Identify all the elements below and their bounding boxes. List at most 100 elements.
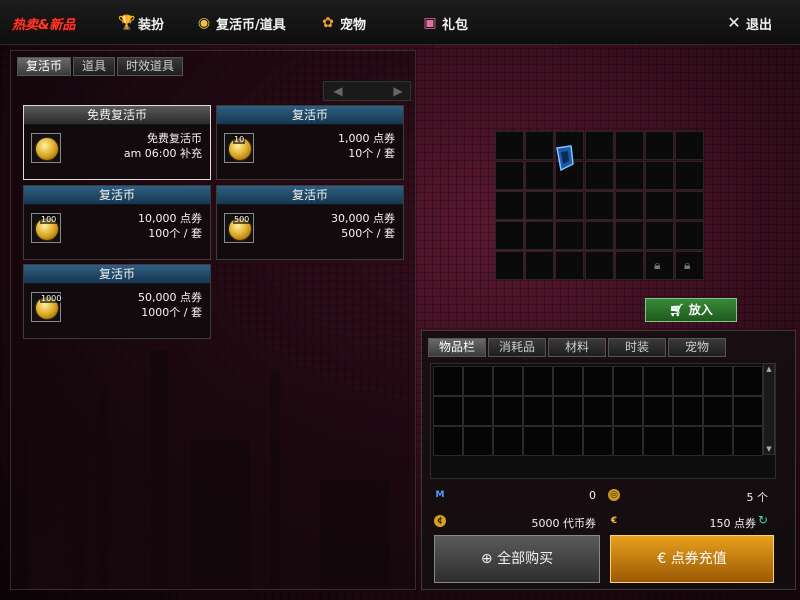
- inventory-slot[interactable]: [553, 426, 583, 456]
- preview-slot[interactable]: [525, 251, 554, 280]
- refresh-icon[interactable]: ↻: [758, 514, 770, 526]
- inventory-slot[interactable]: [613, 366, 643, 396]
- nav-revive-coin[interactable]: ◉ 复活币/道具: [196, 13, 286, 33]
- preview-slot[interactable]: [675, 161, 704, 190]
- inventory-slot[interactable]: [583, 366, 613, 396]
- inventory-slot[interactable]: [643, 426, 673, 456]
- inventory-slot[interactable]: [523, 426, 553, 456]
- inventory-slot[interactable]: [553, 366, 583, 396]
- buy-all-button[interactable]: ⊕ 全部购买: [434, 535, 600, 583]
- inventory-slot[interactable]: [613, 396, 643, 426]
- put-in-button[interactable]: 🛒︎ 放入: [645, 298, 737, 322]
- tab-consumables[interactable]: 消耗品: [488, 338, 546, 357]
- inventory-slot[interactable]: [673, 366, 703, 396]
- tab-fashion[interactable]: 时装: [608, 338, 666, 357]
- inventory-scrollbar[interactable]: ▲ ▼: [763, 363, 775, 455]
- inventory-slot[interactable]: [733, 396, 763, 426]
- tab-materials[interactable]: 材料: [548, 338, 606, 357]
- inventory-slot[interactable]: [703, 396, 733, 426]
- preview-slot[interactable]: [555, 191, 584, 220]
- preview-slot[interactable]: [615, 191, 644, 220]
- inventory-slot[interactable]: [433, 396, 463, 426]
- preview-slot[interactable]: [585, 191, 614, 220]
- coin-icon: ◉: [197, 15, 211, 31]
- preview-slot[interactable]: [675, 131, 704, 160]
- inventory-slot[interactable]: [733, 426, 763, 456]
- preview-slot[interactable]: [675, 191, 704, 220]
- scroll-down-icon[interactable]: ▼: [764, 444, 774, 454]
- tab-inventory[interactable]: 物品栏: [428, 338, 486, 357]
- inventory-slot[interactable]: [523, 366, 553, 396]
- exit-button[interactable]: ✕ 退出: [726, 13, 772, 33]
- inventory-slot[interactable]: [523, 396, 553, 426]
- preview-slot[interactable]: [645, 221, 674, 250]
- preview-slot[interactable]: [495, 131, 524, 160]
- inventory-grid: [430, 363, 776, 479]
- nav-pet[interactable]: ✿ 宠物: [320, 13, 366, 33]
- preview-slot[interactable]: [615, 251, 644, 280]
- tab-pets[interactable]: 宠物: [668, 338, 726, 357]
- inventory-slot[interactable]: [583, 396, 613, 426]
- preview-slot[interactable]: [525, 191, 554, 220]
- product-card[interactable]: 复活币 100 10,000 点券 100个 / 套: [23, 185, 211, 260]
- preview-slot[interactable]: [495, 191, 524, 220]
- next-page-icon[interactable]: ▶: [388, 82, 408, 100]
- inventory-slot[interactable]: [463, 396, 493, 426]
- inventory-slot[interactable]: [493, 396, 523, 426]
- tab-timed-items[interactable]: 时效道具: [117, 57, 184, 76]
- inventory-slot[interactable]: [463, 426, 493, 456]
- preview-slot[interactable]: [495, 221, 524, 250]
- inventory-slot[interactable]: [643, 396, 673, 426]
- inventory-slot[interactable]: [673, 396, 703, 426]
- prev-page-icon[interactable]: ◀: [328, 82, 348, 100]
- scroll-up-icon[interactable]: ▲: [764, 364, 774, 374]
- inventory-slot[interactable]: [703, 426, 733, 456]
- shop-tabs: 复活币 道具 时效道具: [17, 57, 184, 76]
- preview-slot[interactable]: [615, 161, 644, 190]
- product-card[interactable]: 复活币 1000 50,000 点券 1000个 / 套: [23, 264, 211, 339]
- preview-slot[interactable]: [615, 131, 644, 160]
- lock-icon: 🔒︎: [684, 258, 691, 272]
- inventory-slot[interactable]: [493, 366, 523, 396]
- tab-revive-coin[interactable]: 复活币: [17, 57, 72, 76]
- preview-slot[interactable]: 🔒︎: [645, 251, 674, 280]
- nav-gift[interactable]: ▣ 礼包: [422, 13, 468, 33]
- product-card[interactable]: 复活币 10 1,000 点券 10个 / 套: [216, 105, 404, 180]
- preview-slot[interactable]: [585, 251, 614, 280]
- product-card[interactable]: 复活币 500 30,000 点券 500个 / 套: [216, 185, 404, 260]
- preview-slot[interactable]: [525, 131, 554, 160]
- inventory-slot[interactable]: [463, 366, 493, 396]
- product-card-free[interactable]: 免费复活币 免费复活币 am 06:00 补充: [23, 105, 211, 180]
- preview-slot[interactable]: [525, 161, 554, 190]
- preview-slot[interactable]: [495, 251, 524, 280]
- revive-coin-icon: 10: [224, 133, 254, 163]
- preview-slot[interactable]: [555, 221, 584, 250]
- preview-slot[interactable]: [585, 221, 614, 250]
- preview-slot[interactable]: [585, 161, 614, 190]
- preview-slot[interactable]: [585, 131, 614, 160]
- preview-slot[interactable]: [615, 221, 644, 250]
- nav-costume[interactable]: 🏆 装扮: [118, 13, 164, 33]
- inventory-slot[interactable]: [433, 426, 463, 456]
- preview-slot[interactable]: [675, 221, 704, 250]
- inventory-slot[interactable]: [553, 396, 583, 426]
- preview-slot[interactable]: [525, 221, 554, 250]
- equipped-item-icon[interactable]: [555, 144, 575, 172]
- preview-slot[interactable]: 🔒︎: [675, 251, 704, 280]
- preview-slot[interactable]: [555, 251, 584, 280]
- recharge-button[interactable]: € 点券充值: [610, 535, 774, 583]
- tab-items[interactable]: 道具: [73, 57, 116, 76]
- inventory-slot[interactable]: [613, 426, 643, 456]
- inventory-slot[interactable]: [433, 366, 463, 396]
- preview-slot[interactable]: [645, 161, 674, 190]
- preview-slot[interactable]: [645, 191, 674, 220]
- inventory-slot[interactable]: [673, 426, 703, 456]
- preview-slot[interactable]: [495, 161, 524, 190]
- inventory-slot[interactable]: [583, 426, 613, 456]
- nav-hot-new[interactable]: 热卖&新品: [12, 13, 75, 33]
- inventory-slot[interactable]: [703, 366, 733, 396]
- inventory-slot[interactable]: [733, 366, 763, 396]
- inventory-slot[interactable]: [493, 426, 523, 456]
- inventory-slot[interactable]: [643, 366, 673, 396]
- preview-slot[interactable]: [645, 131, 674, 160]
